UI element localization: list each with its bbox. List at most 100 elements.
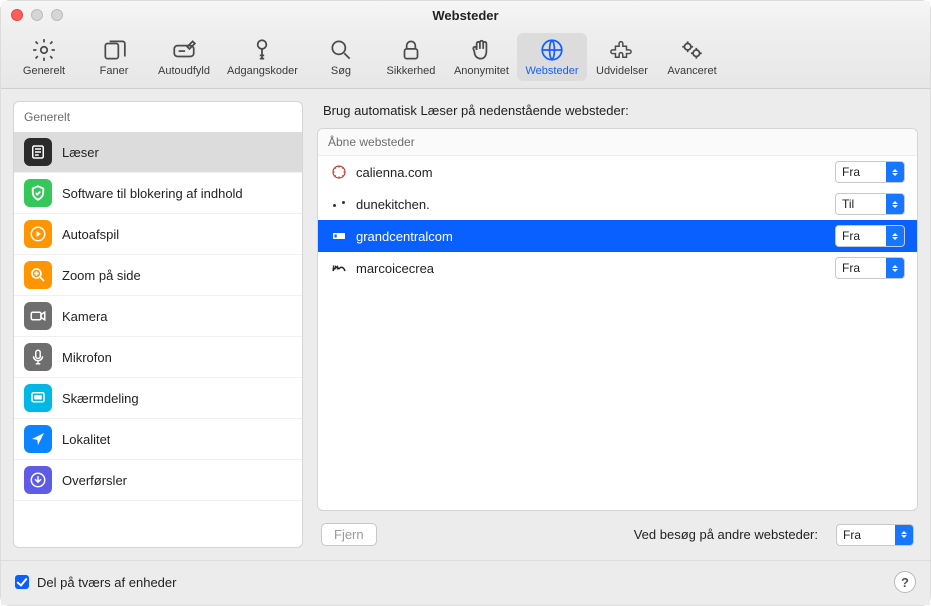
select-value: Fra bbox=[836, 165, 886, 179]
gears-icon bbox=[679, 37, 705, 63]
list-footer: Fjern Ved besøg på andre websteder: Fra bbox=[317, 511, 918, 548]
sidebar-item-label: Skærmdeling bbox=[62, 391, 139, 406]
play-icon bbox=[24, 220, 52, 248]
checkbox-label: Del på tværs af enheder bbox=[37, 575, 176, 590]
toolbar-security[interactable]: Sikkerhed bbox=[376, 33, 446, 81]
tabs-icon bbox=[101, 37, 127, 63]
category-sidebar: Generelt Læser Software til blokering af… bbox=[13, 101, 303, 548]
sidebar-item-label: Kamera bbox=[62, 309, 108, 324]
globe-icon bbox=[539, 37, 565, 63]
toolbar-label: Adgangskoder bbox=[227, 65, 298, 77]
website-row[interactable]: calienna.com Fra bbox=[318, 156, 917, 188]
key-icon bbox=[249, 37, 275, 63]
share-across-devices-checkbox[interactable]: Del på tværs af enheder bbox=[15, 575, 176, 590]
sidebar-item-label: Mikrofon bbox=[62, 350, 112, 365]
sidebar-item-label: Zoom på side bbox=[62, 268, 141, 283]
website-row[interactable]: m marcoicecrea Fra bbox=[318, 252, 917, 284]
sidebar-item-page-zoom[interactable]: Zoom på side bbox=[14, 255, 302, 296]
select-value: Fra bbox=[836, 229, 886, 243]
toolbar-label: Websteder bbox=[525, 65, 578, 77]
website-domain: marcoicecrea bbox=[356, 261, 827, 276]
sidebar-item-label: Autoafspil bbox=[62, 227, 119, 242]
select-value: Fra bbox=[837, 528, 895, 542]
reader-mode-select[interactable]: Fra bbox=[835, 225, 905, 247]
content-area: Generelt Læser Software til blokering af… bbox=[1, 89, 930, 560]
website-domain: calienna.com bbox=[356, 165, 827, 180]
list-column-header: Åbne websteder bbox=[318, 129, 917, 156]
sidebar-item-content-blockers[interactable]: Software til blokering af indhold bbox=[14, 173, 302, 214]
checkbox-checked-icon bbox=[15, 575, 29, 589]
toolbar-label: Autoudfyld bbox=[158, 65, 210, 77]
website-row[interactable]: dunekitchen. Til bbox=[318, 188, 917, 220]
search-icon bbox=[328, 37, 354, 63]
list-rows: calienna.com Fra dunekitchen. Til bbox=[318, 156, 917, 510]
sidebar-item-reader[interactable]: Læser bbox=[14, 132, 302, 173]
sidebar-item-camera[interactable]: Kamera bbox=[14, 296, 302, 337]
stepper-icon bbox=[886, 226, 904, 246]
reader-mode-select[interactable]: Fra bbox=[835, 161, 905, 183]
sidebar-item-label: Software til blokering af indhold bbox=[62, 186, 243, 201]
stepper-icon bbox=[886, 258, 904, 278]
toolbar-extensions[interactable]: Udvidelser bbox=[587, 33, 657, 81]
stepper-icon bbox=[886, 162, 904, 182]
toolbar-search[interactable]: Søg bbox=[306, 33, 376, 81]
reader-mode-select[interactable]: Fra bbox=[835, 257, 905, 279]
sidebar-item-downloads[interactable]: Overførsler bbox=[14, 460, 302, 501]
sidebar-item-screen-sharing[interactable]: Skærmdeling bbox=[14, 378, 302, 419]
website-row[interactable]: grandcentralcom Fra bbox=[318, 220, 917, 252]
camera-icon bbox=[24, 302, 52, 330]
sidebar-item-autoplay[interactable]: Autoafspil bbox=[14, 214, 302, 255]
toolbar-label: Avanceret bbox=[667, 65, 716, 77]
hand-icon bbox=[468, 37, 494, 63]
toolbar-label: Generelt bbox=[23, 65, 65, 77]
puzzle-icon bbox=[609, 37, 635, 63]
titlebar: Websteder bbox=[1, 1, 930, 29]
shield-check-icon bbox=[24, 179, 52, 207]
microphone-icon bbox=[24, 343, 52, 371]
toolbar-label: Udvidelser bbox=[596, 65, 648, 77]
stepper-icon bbox=[886, 194, 904, 214]
website-domain: dunekitchen. bbox=[356, 197, 827, 212]
other-sites-label: Ved besøg på andre websteder: bbox=[634, 527, 818, 542]
main-panel: Brug automatisk Læser på nedenstående we… bbox=[317, 101, 918, 548]
toolbar-label: Sikkerhed bbox=[386, 65, 435, 77]
pencil-box-icon bbox=[171, 37, 197, 63]
remove-button[interactable]: Fjern bbox=[321, 523, 377, 546]
toolbar-passwords[interactable]: Adgangskoder bbox=[219, 33, 306, 81]
toolbar-label: Faner bbox=[100, 65, 129, 77]
sidebar-item-label: Læser bbox=[62, 145, 99, 160]
other-sites-select[interactable]: Fra bbox=[836, 524, 914, 546]
screen-share-icon bbox=[24, 384, 52, 412]
favicon-icon: m bbox=[330, 259, 348, 277]
toolbar-tabs[interactable]: Faner bbox=[79, 33, 149, 81]
sidebar-section-header: Generelt bbox=[14, 102, 302, 132]
website-list: Åbne websteder calienna.com Fra bbox=[317, 128, 918, 511]
reader-mode-select[interactable]: Til bbox=[835, 193, 905, 215]
toolbar-autofill[interactable]: Autoudfyld bbox=[149, 33, 219, 81]
select-value: Til bbox=[836, 197, 886, 211]
reader-icon bbox=[24, 138, 52, 166]
window-title: Websteder bbox=[1, 8, 930, 23]
panel-heading: Brug automatisk Læser på nedenstående we… bbox=[323, 103, 916, 118]
gear-icon bbox=[31, 37, 57, 63]
sidebar-item-label: Lokalitet bbox=[62, 432, 110, 447]
lock-icon bbox=[398, 37, 424, 63]
favicon-icon bbox=[330, 163, 348, 181]
sidebar-item-location[interactable]: Lokalitet bbox=[14, 419, 302, 460]
help-button[interactable]: ? bbox=[894, 571, 916, 593]
select-value: Fra bbox=[836, 261, 886, 275]
toolbar-label: Anonymitet bbox=[454, 65, 509, 77]
favicon-icon bbox=[330, 195, 348, 213]
sidebar-item-microphone[interactable]: Mikrofon bbox=[14, 337, 302, 378]
toolbar-general[interactable]: Generelt bbox=[9, 33, 79, 81]
website-domain: grandcentralcom bbox=[356, 229, 827, 244]
preferences-toolbar: Generelt Faner Autoudfyld Adgangskoder S… bbox=[1, 29, 930, 89]
svg-text:m: m bbox=[332, 263, 339, 272]
toolbar-advanced[interactable]: Avanceret bbox=[657, 33, 727, 81]
toolbar-label: Søg bbox=[331, 65, 351, 77]
toolbar-privacy[interactable]: Anonymitet bbox=[446, 33, 517, 81]
zoom-icon bbox=[24, 261, 52, 289]
favicon-icon bbox=[330, 227, 348, 245]
download-icon bbox=[24, 466, 52, 494]
toolbar-websites[interactable]: Websteder bbox=[517, 33, 587, 81]
